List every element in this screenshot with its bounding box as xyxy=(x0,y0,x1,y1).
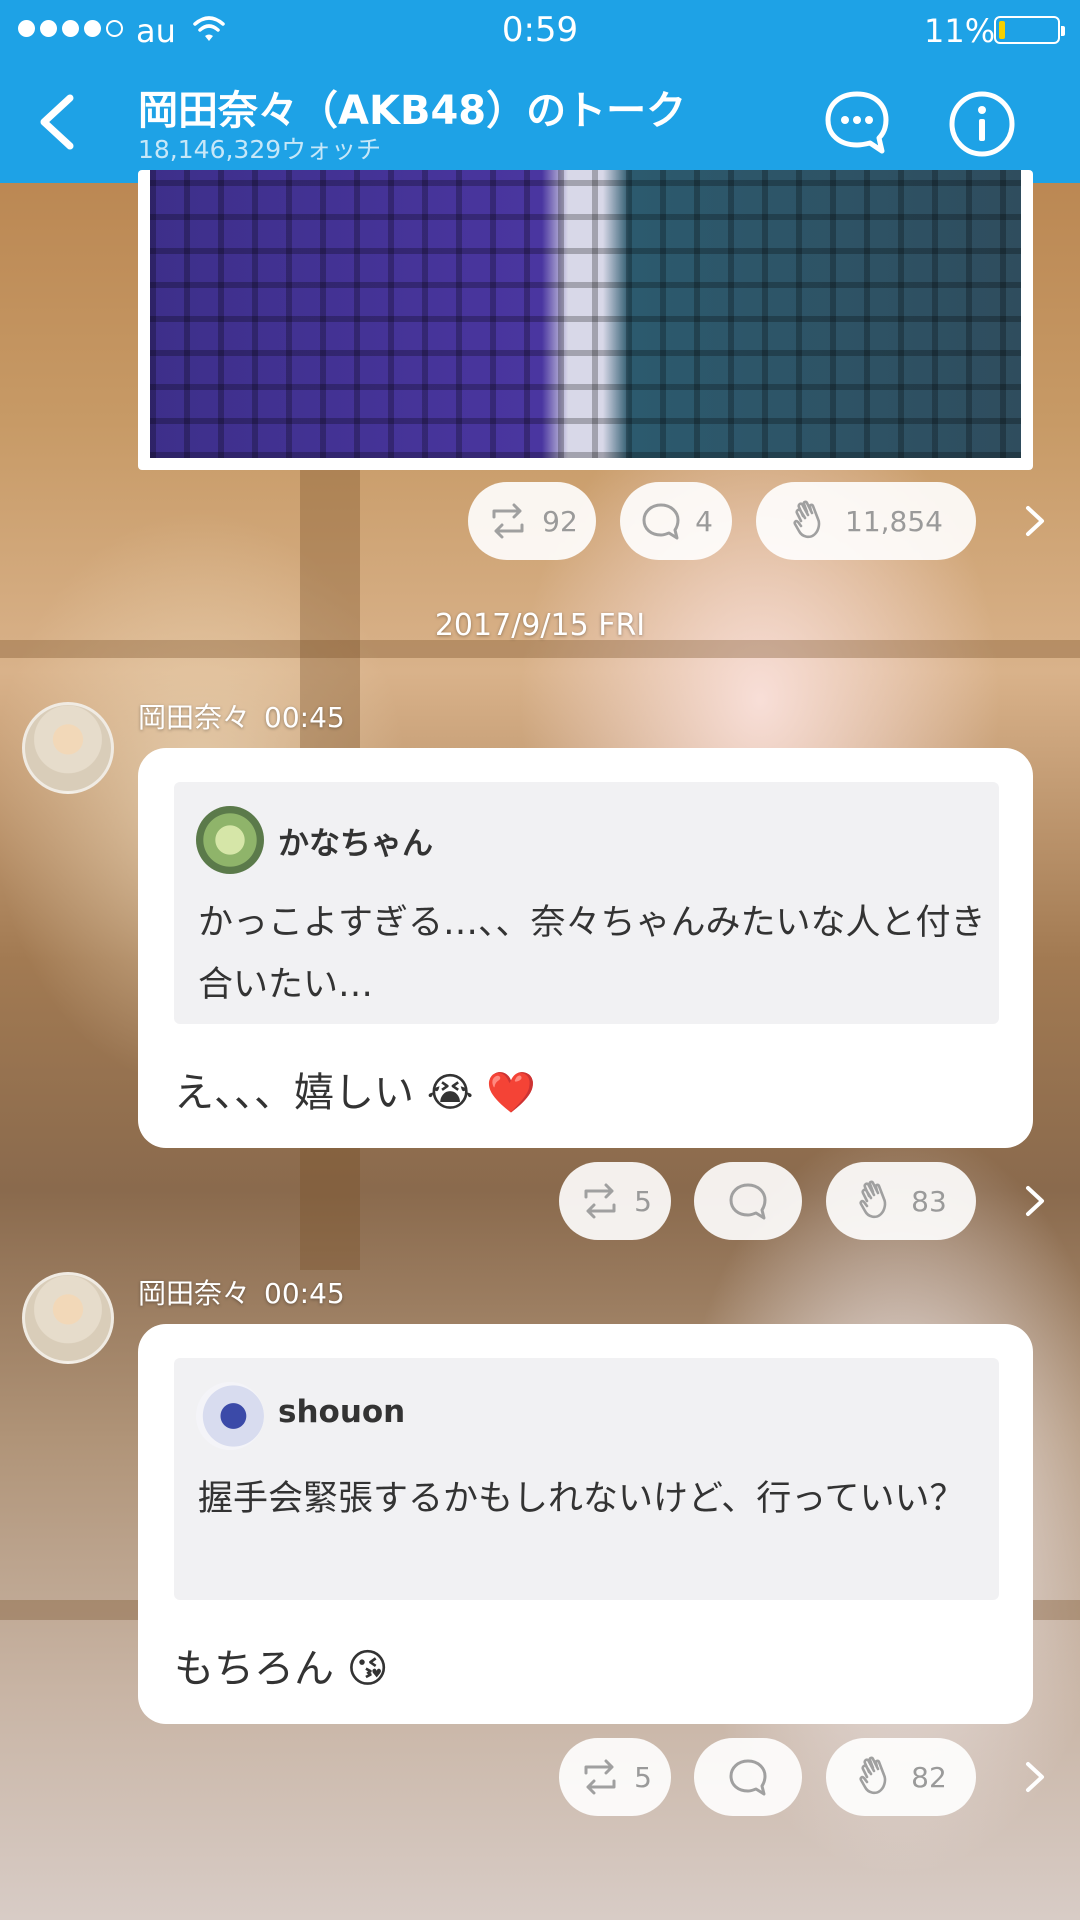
retalk-button[interactable]: 5 xyxy=(559,1162,671,1240)
message-time: 00:45 xyxy=(264,701,345,734)
battery-percentage: 11% xyxy=(924,12,996,50)
reply-text: もちろん 😘 xyxy=(174,1646,389,1692)
chevron-right-icon[interactable] xyxy=(1020,1756,1050,1798)
quote-avatar xyxy=(196,806,264,874)
retalk-count: 92 xyxy=(542,504,578,538)
info-icon[interactable] xyxy=(948,90,1016,158)
back-arrow-icon[interactable] xyxy=(32,92,82,152)
quote-author: かなちゃん xyxy=(278,826,433,862)
message-sender: 岡田奈々 00:45 xyxy=(138,1272,345,1312)
quoted-comment: shouon 握手会緊張するかもしれないけど、行っていい？ xyxy=(174,1358,999,1600)
status-bar: au 0:59 11% xyxy=(0,0,1080,58)
message-bubble[interactable]: かなちゃん かっこよすぎる…、、奈々ちゃんみたいな人と付き合いたい… え、、、嬉… xyxy=(138,748,1033,1148)
quote-text: かっこよすぎる…、、奈々ちゃんみたいな人と付き合いたい… xyxy=(198,903,986,1005)
sender-name: 岡田奈々 xyxy=(138,701,251,734)
top-bar: au 0:59 11% 岡田奈々（AKB48）のトーク 18,146,329ウォ… xyxy=(0,0,1080,183)
quote-text: 握手会緊張するかもしれないけど、行っていい？ xyxy=(198,1479,965,1519)
message-actions: 5 83 xyxy=(0,1162,1080,1242)
retalk-count: 5 xyxy=(634,1184,652,1218)
clap-count: 82 xyxy=(911,1760,947,1794)
message-time: 00:45 xyxy=(264,1277,345,1310)
comment-button[interactable] xyxy=(694,1162,802,1240)
photo-post-actions: 92 4 11,854 xyxy=(0,482,1080,562)
date-separator: 2017/9/15 FRI xyxy=(434,608,646,643)
retalk-button[interactable]: 92 xyxy=(468,482,596,560)
battery-icon xyxy=(994,16,1065,44)
watch-count: 18,146,329ウォッチ xyxy=(138,135,382,164)
quote-avatar xyxy=(196,1382,264,1450)
retalk-button[interactable]: 5 xyxy=(559,1738,671,1816)
clap-button[interactable]: 11,854 xyxy=(756,482,976,560)
post-photo[interactable] xyxy=(150,170,1021,458)
comment-icon xyxy=(729,1759,767,1796)
clap-button[interactable]: 83 xyxy=(826,1162,976,1240)
chevron-right-icon[interactable] xyxy=(1020,1180,1050,1222)
avatar[interactable] xyxy=(22,702,114,794)
clap-hand-icon xyxy=(859,1180,887,1219)
message-bubble[interactable]: shouon 握手会緊張するかもしれないけど、行っていい？ もちろん 😘 xyxy=(138,1324,1033,1724)
retalk-count: 5 xyxy=(634,1760,652,1794)
page-title: 岡田奈々（AKB48）のトーク xyxy=(138,88,687,134)
chat-bubble-icon[interactable] xyxy=(822,88,892,158)
quoted-comment: かなちゃん かっこよすぎる…、、奈々ちゃんみたいな人と付き合いたい… xyxy=(174,782,999,1024)
comment-button[interactable] xyxy=(694,1738,802,1816)
quote-author: shouon xyxy=(278,1394,406,1430)
comment-icon xyxy=(729,1183,767,1220)
retalk-icon xyxy=(492,503,524,539)
retalk-icon xyxy=(584,1183,616,1219)
clap-hand-icon xyxy=(859,1756,887,1795)
clap-count: 11,854 xyxy=(845,504,943,538)
clock: 0:59 xyxy=(501,10,579,50)
clap-button[interactable]: 82 xyxy=(826,1738,976,1816)
reply-text: え、、、嬉しい 😭 ❤️ xyxy=(174,1070,536,1116)
message-actions: 5 82 xyxy=(0,1738,1080,1818)
comment-icon xyxy=(642,503,680,540)
comment-button[interactable]: 4 xyxy=(620,482,732,560)
sender-name: 岡田奈々 xyxy=(138,1277,251,1310)
clap-count: 83 xyxy=(911,1184,947,1218)
avatar[interactable] xyxy=(22,1272,114,1364)
photo-post[interactable] xyxy=(138,170,1033,470)
chevron-right-icon[interactable] xyxy=(1020,500,1050,542)
message-sender: 岡田奈々 00:45 xyxy=(138,696,345,736)
retalk-icon xyxy=(584,1759,616,1795)
clap-hand-icon xyxy=(793,500,821,539)
comment-count: 4 xyxy=(695,504,713,538)
